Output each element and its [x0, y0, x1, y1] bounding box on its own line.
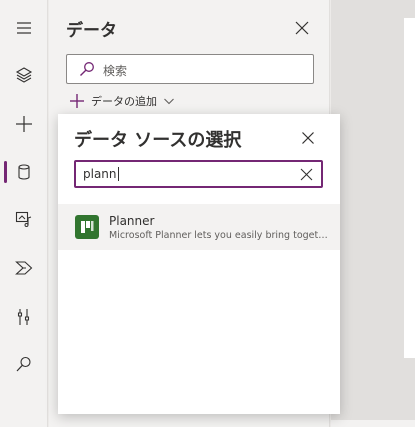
- search-button[interactable]: [0, 342, 48, 386]
- tools-icon: [17, 309, 30, 325]
- select-data-source-dialog: データ ソースの選択 plann Planner Microsoft Plann…: [58, 114, 340, 414]
- planner-icon: [75, 215, 99, 239]
- data-source-search-input[interactable]: plann: [74, 160, 323, 188]
- status-bar: [331, 420, 415, 427]
- power-automate-icon: [15, 261, 33, 275]
- add-data-label: データの追加: [91, 95, 157, 108]
- hamburger-menu-icon: [17, 22, 31, 34]
- search-icon: [16, 356, 31, 372]
- plus-icon: [70, 94, 84, 108]
- search-placeholder: 検索: [103, 64, 128, 78]
- close-icon[interactable]: [301, 131, 315, 145]
- insert-button[interactable]: [0, 102, 48, 146]
- canvas-area: [331, 0, 415, 427]
- left-nav-rail: [0, 0, 48, 427]
- result-name: Planner: [109, 214, 155, 228]
- advanced-tools-button[interactable]: [0, 295, 48, 339]
- close-icon[interactable]: [294, 20, 310, 36]
- layers-icon: [15, 67, 33, 83]
- hamburger-menu-button[interactable]: [0, 6, 48, 50]
- search-icon: [80, 62, 94, 76]
- power-automate-button[interactable]: [0, 246, 48, 290]
- clear-icon[interactable]: [300, 168, 313, 181]
- add-data-button[interactable]: データの追加: [69, 92, 175, 110]
- app-canvas: [404, 18, 415, 358]
- chevron-down-icon: [164, 98, 174, 105]
- panel-search-input[interactable]: 検索: [66, 54, 314, 84]
- list-item[interactable]: Planner Microsoft Planner lets you easil…: [58, 204, 340, 250]
- data-button[interactable]: [0, 150, 48, 194]
- media-button[interactable]: [0, 197, 48, 241]
- result-description: Microsoft Planner lets you easily bring …: [109, 230, 331, 241]
- database-icon: [18, 164, 30, 180]
- search-input-text: plann: [83, 167, 119, 181]
- dialog-title: データ ソースの選択: [74, 130, 242, 151]
- tree-view-button[interactable]: [0, 53, 48, 97]
- media-icon: [15, 211, 32, 227]
- panel-title: データ: [66, 21, 117, 41]
- plus-icon: [16, 116, 32, 132]
